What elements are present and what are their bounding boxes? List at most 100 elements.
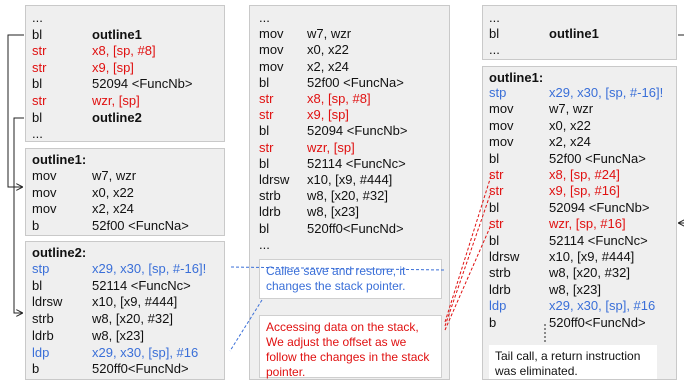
code-op: ... [489,42,500,58]
code-op: b [32,217,40,233]
code-op: str [489,183,504,199]
code-args: x8, [sp, #24] [549,167,620,182]
code-op: bl [32,109,43,125]
tail-call-note: Tail call, a return instruction was elim… [489,345,657,379]
code-args: outline2 [92,109,142,125]
code-args: wzr, [sp] [307,139,355,155]
code-op: bl [489,199,500,215]
code-args: x2, x24 [307,58,349,74]
code-op: bl [489,232,500,248]
code-op: mov [32,201,57,216]
code-args: x8, [sp, #8] [92,43,156,59]
code-op: ... [489,10,500,25]
right-outline1-title: outline1: [489,70,544,85]
code-op: ldp [32,344,50,360]
code-op: bl [32,277,43,293]
code-op: mov [489,117,514,133]
left-outline1-title: outline1: [32,152,87,167]
code-op: ldrsw [259,172,290,187]
code-op: stp [489,85,507,100]
code-op: ... [32,10,43,25]
code-op: ldrb [32,327,54,343]
code-op: ldrb [489,281,511,297]
code-args: x29, x30, [sp, #-16]! [549,85,664,100]
code-args: x9, [sp] [92,59,134,75]
code-args: wzr, [sp, #16] [549,216,626,232]
code-op: ... [259,10,270,25]
code-args: wzr, [sp] [92,93,140,108]
callee-save-note: Callee save and restore, it changes the … [259,259,442,299]
code-args: x9, [sp] [307,107,349,123]
code-op: strb [32,311,54,327]
code-op: mov [32,168,57,183]
code-op: strb [489,265,511,281]
code-args: w8, [x23] [549,281,602,297]
code-args: outline1 [92,26,142,42]
code-args: 52094 <FuncNb> [92,76,193,92]
code-args: w8, [x23] [92,327,145,343]
code-args: w7, wzr [307,26,352,42]
code-args: x8, [sp, #8] [307,91,371,106]
code-op: str [32,93,47,108]
code-op: mov [259,58,284,74]
code-args: 52f00 <FuncNa> [92,217,189,233]
code-args: x29, x30, [sp, #-16]! [92,261,207,276]
code-args: 52114 <FuncNc> [307,155,406,171]
code-args: outline1 [549,26,599,42]
code-args: x0, x22 [307,42,349,58]
code-op: bl [32,26,43,42]
code-op: mov [32,184,57,200]
code-op: str [489,167,504,182]
code-op: bl [259,220,270,236]
code-op: ... [32,126,43,142]
code-op: bl [259,74,270,90]
left-outline2-title: outline2: [32,245,87,260]
code-args: x29, x30, [sp], #16 [549,298,656,314]
code-op: bl [32,76,43,92]
code-args: x0, x22 [92,184,134,200]
code-args: x10, [x9, #444] [549,249,635,264]
code-op: bl [489,150,500,166]
code-op: ldp [489,298,507,314]
code-args: w7, wzr [549,101,594,117]
code-args: 52f00 <FuncNa> [307,74,404,90]
code-args: w8, [x20, #32] [307,188,388,204]
code-op: mov [259,26,284,42]
code-op: ... [259,236,270,252]
code-op: b [489,314,497,330]
code-args: 52114 <FuncNc> [92,277,191,293]
code-op: bl [259,123,270,139]
code-args: 52094 <FuncNb> [307,123,408,139]
code-op: ldrb [259,204,281,220]
code-args: 52f00 <FuncNa> [549,150,646,166]
code-op: mov [489,134,514,150]
code-args: w8, [x20, #32] [549,265,630,281]
code-op: bl [259,155,270,171]
code-args: 520ff0<FuncNd> [307,220,404,236]
code-args: x10, [x9, #444] [307,172,393,187]
code-args: 520ff0<FuncNd> [92,361,189,377]
code-op: b [32,361,40,377]
code-op: strb [259,188,281,204]
stack-access-note: Accessing data on the stack, We adjust t… [259,315,442,379]
code-op: str [489,216,504,232]
code-args: x29, x30, [sp], #16 [92,344,199,360]
code-op: str [32,43,47,59]
code-op: mov [259,42,284,58]
code-op: str [259,139,274,155]
code-op: str [259,91,274,106]
code-op: str [259,107,274,123]
code-args: w7, wzr [92,168,137,183]
call-outline2-arrow [13,117,24,313]
code-args: x10, [x9, #444] [92,294,178,310]
code-op: bl [489,26,500,42]
code-args: 52114 <FuncNc> [549,232,648,248]
code-args: w8, [x23] [307,204,360,220]
code-args: x9, [sp, #16] [549,183,620,199]
code-args: x2, x24 [549,134,591,150]
call-outline1-arrow [7,34,24,187]
code-op: stp [32,261,50,276]
code-op: ldrsw [32,294,63,310]
code-args: x0, x22 [549,117,591,133]
code-args: 52094 <FuncNb> [549,199,650,215]
